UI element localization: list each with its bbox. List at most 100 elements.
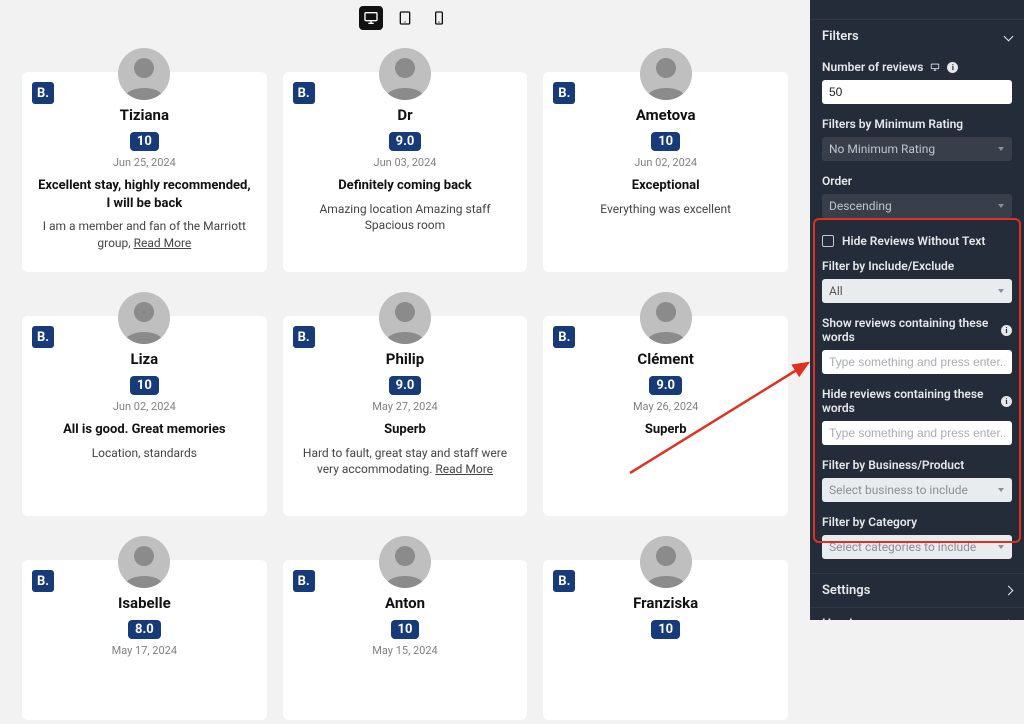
source-badge[interactable]: B. bbox=[293, 82, 315, 104]
device-bar bbox=[18, 0, 792, 40]
reviewer-name: Clément bbox=[557, 350, 774, 368]
avatar bbox=[640, 536, 692, 588]
review-card: B.Isabelle8.0May 17, 2024 bbox=[22, 560, 267, 720]
label-text: Hide reviews containing these words bbox=[822, 387, 995, 415]
source-badge[interactable]: B. bbox=[32, 326, 54, 348]
filter-business-select[interactable]: Select business to include bbox=[822, 478, 1012, 502]
review-card: B. Liza 10 Jun 02, 2024 All is good. Great m… bbox=[22, 316, 267, 516]
review-card: B. Dr 9.0 Jun 03, 2024 Definitely coming bac… bbox=[283, 72, 528, 272]
incexc-select[interactable]: All bbox=[822, 279, 1012, 303]
review-body: I am a member and fan of the Marriott gr… bbox=[36, 218, 253, 252]
sidebar-section-settings[interactable]: Settings bbox=[810, 573, 1024, 607]
min-rating-field: No Minimum Rating bbox=[810, 135, 1024, 167]
device-mobile-button[interactable] bbox=[427, 6, 451, 30]
review-date: Jun 25, 2024 bbox=[36, 156, 253, 169]
label-text: Number of reviews bbox=[822, 60, 923, 74]
source-badge[interactable]: B. bbox=[553, 326, 575, 348]
review-date: May 26, 2024 bbox=[557, 400, 774, 413]
sidebar-section-template[interactable]: Template bbox=[810, 0, 1024, 19]
source-badge[interactable]: B. bbox=[553, 82, 575, 104]
review-title: Definitely coming back bbox=[297, 177, 514, 195]
score-badge: 10 bbox=[651, 620, 680, 639]
tablet-icon bbox=[397, 10, 413, 26]
avatar bbox=[640, 48, 692, 100]
hide-no-text-checkbox[interactable] bbox=[822, 235, 834, 247]
filter-business-field: Select business to include bbox=[810, 476, 1024, 508]
score-badge: 8.0 bbox=[128, 620, 161, 639]
hide-no-text-row[interactable]: Hide Reviews Without Text bbox=[810, 224, 1024, 252]
order-field: Descending bbox=[810, 192, 1024, 224]
order-label: Order bbox=[810, 167, 1024, 192]
reviewer-name: Tiziana bbox=[36, 106, 253, 124]
reviewer-name: Anton bbox=[297, 594, 514, 612]
num-reviews-input[interactable] bbox=[822, 80, 1012, 104]
show-words-label: Show reviews containing these words i bbox=[810, 309, 1024, 348]
info-icon[interactable]: i bbox=[1001, 325, 1012, 336]
avatar bbox=[118, 292, 170, 344]
review-date: May 15, 2024 bbox=[297, 644, 514, 657]
sidebar-section-header[interactable]: Header bbox=[810, 607, 1024, 620]
reviewer-name: Philip bbox=[297, 350, 514, 368]
review-title: All is good. Great memories bbox=[36, 421, 253, 439]
num-reviews-field bbox=[810, 78, 1024, 110]
min-rating-select[interactable]: No Minimum Rating bbox=[822, 137, 1012, 161]
score-badge: 10 bbox=[391, 620, 420, 639]
label-text: Filter by Business/Product bbox=[822, 458, 964, 472]
sidebar-section-filters[interactable]: Filters bbox=[810, 19, 1024, 53]
mobile-icon bbox=[431, 10, 447, 26]
info-icon[interactable]: i bbox=[947, 62, 958, 73]
chevron-down-icon bbox=[1004, 32, 1014, 42]
review-date: May 27, 2024 bbox=[297, 400, 514, 413]
info-icon[interactable]: i bbox=[1001, 396, 1012, 407]
review-card: B. Tiziana 10 Jun 25, 2024 Excellent stay, h… bbox=[22, 72, 267, 272]
section-label: Filters bbox=[822, 29, 859, 44]
reviewer-name: Liza bbox=[36, 350, 253, 368]
source-badge[interactable]: B. bbox=[32, 570, 54, 592]
monitor-icon bbox=[929, 62, 941, 72]
score-badge: 9.0 bbox=[649, 376, 682, 395]
section-label: Settings bbox=[822, 583, 870, 598]
min-rating-label: Filters by Minimum Rating bbox=[810, 110, 1024, 135]
read-more-link[interactable]: Read More bbox=[435, 462, 493, 476]
review-card: B. Anton 10 May 15, 2024 bbox=[283, 560, 528, 720]
review-card: B.Philip9.0May 27, 2024SuperbHard to fau… bbox=[283, 316, 528, 516]
review-card: B.Ametova10Jun 02, 2024ExceptionalEveryt… bbox=[543, 72, 788, 272]
num-reviews-label: Number of reviews i bbox=[810, 53, 1024, 78]
device-tablet-button[interactable] bbox=[393, 6, 417, 30]
review-date: Jun 02, 2024 bbox=[557, 156, 774, 169]
avatar bbox=[379, 48, 431, 100]
show-words-field bbox=[810, 348, 1024, 380]
read-more-link[interactable]: Read More bbox=[134, 236, 192, 250]
review-date: Jun 03, 2024 bbox=[297, 156, 514, 169]
reviewer-name: Ametova bbox=[557, 106, 774, 124]
avatar bbox=[379, 536, 431, 588]
chevron-right-icon bbox=[1004, 586, 1014, 596]
show-words-input[interactable] bbox=[822, 350, 1012, 374]
review-body: Location, standards bbox=[36, 445, 253, 462]
source-badge[interactable]: B. bbox=[293, 326, 315, 348]
monitor-icon bbox=[363, 10, 379, 26]
avatar bbox=[640, 292, 692, 344]
order-select[interactable]: Descending bbox=[822, 194, 1012, 218]
score-badge: 9.0 bbox=[389, 132, 422, 151]
score-badge: 10 bbox=[130, 376, 159, 395]
reviewer-name: Franziska bbox=[557, 594, 774, 612]
label-text: Filters by Minimum Rating bbox=[822, 117, 963, 131]
review-title: Superb bbox=[297, 421, 514, 439]
hide-words-input[interactable] bbox=[822, 421, 1012, 445]
source-badge[interactable]: B. bbox=[32, 82, 54, 104]
review-title: Excellent stay, highly recommended, I wi… bbox=[36, 177, 253, 212]
source-badge[interactable]: B. bbox=[293, 570, 315, 592]
review-body: Everything was excellent bbox=[557, 201, 774, 218]
main-preview: B. Tiziana 10 Jun 25, 2024 Excellent stay, h… bbox=[0, 0, 810, 620]
review-date: Jun 02, 2024 bbox=[36, 400, 253, 413]
filter-category-select[interactable]: Select categories to include bbox=[822, 535, 1012, 559]
device-desktop-button[interactable] bbox=[359, 6, 383, 30]
sidebar: Template Filters Number of reviews i Fil… bbox=[810, 0, 1024, 620]
avatar bbox=[118, 536, 170, 588]
hide-words-label: Hide reviews containing these words i bbox=[810, 380, 1024, 419]
reviewer-name: Dr bbox=[297, 106, 514, 124]
score-badge: 10 bbox=[130, 132, 159, 151]
reviewer-name: Isabelle bbox=[36, 594, 253, 612]
source-badge[interactable]: B. bbox=[553, 570, 575, 592]
